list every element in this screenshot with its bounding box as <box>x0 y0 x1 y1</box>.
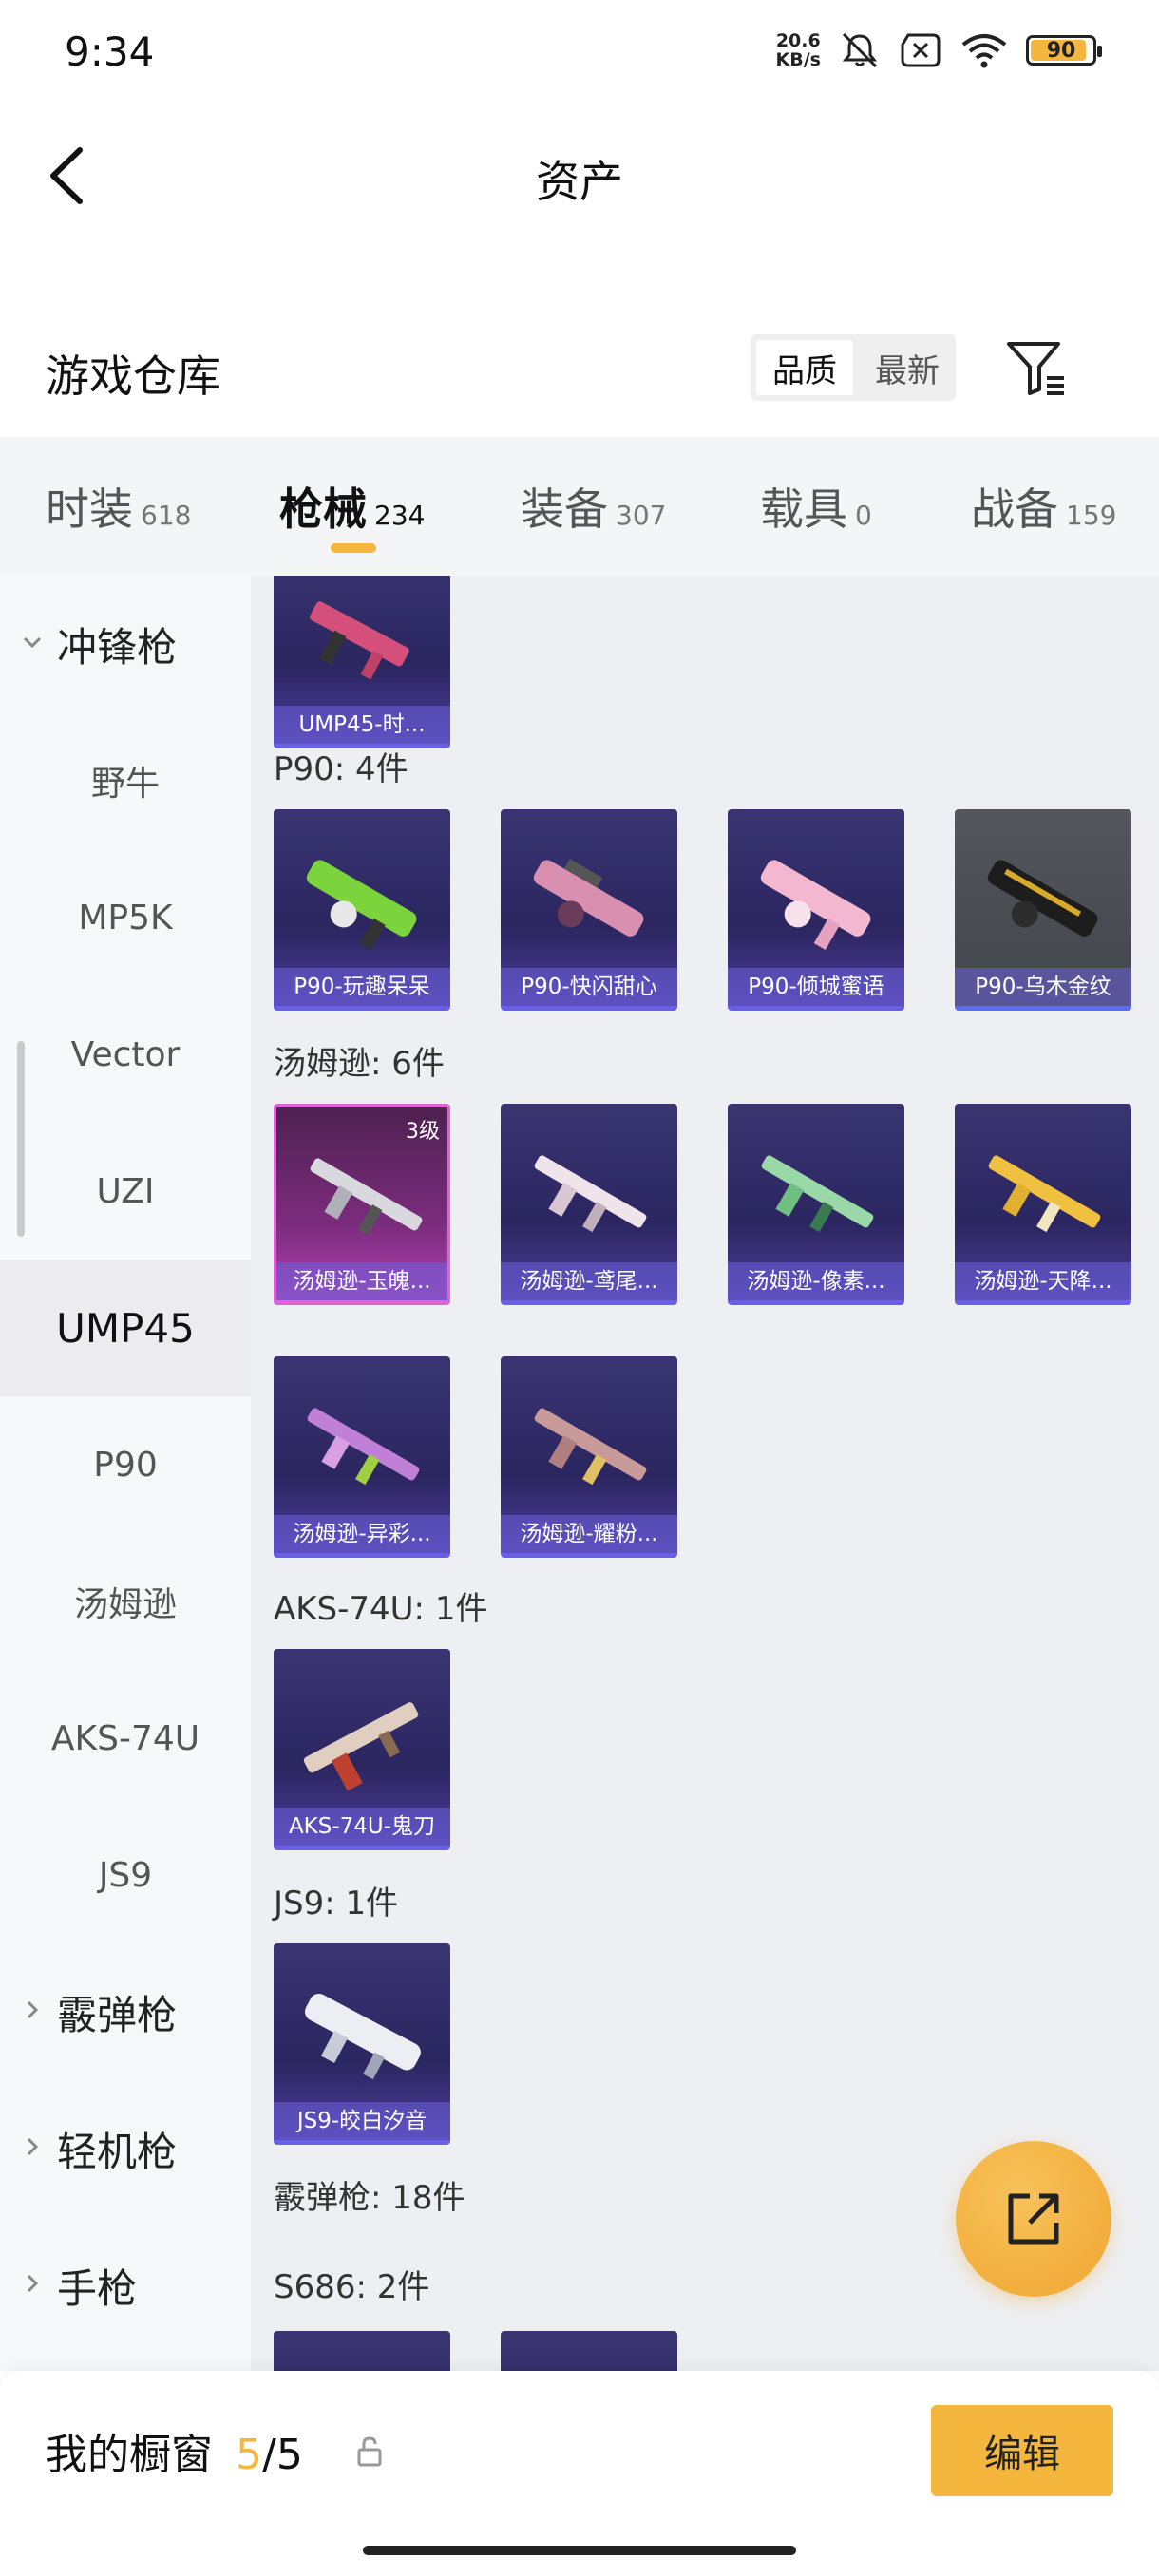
active-tab-indicator <box>331 543 376 553</box>
sidebar-group-shotgun[interactable]: 霰弹枪 <box>0 1943 251 2080</box>
weapon-sidebar[interactable]: 冲锋枪 野牛 MP5K Vector UZI UMP45 P90 汤姆逊 AKS… <box>0 576 251 2371</box>
weapon-card[interactable]: P90-玩趣呆呆 <box>274 809 450 1011</box>
mute-bell-icon <box>842 32 878 68</box>
section-title: S686: 2件 <box>274 2268 430 2306</box>
filter-icon[interactable] <box>1003 338 1070 399</box>
battery-icon: 90 <box>1026 35 1102 66</box>
tab-equipment[interactable]: 装备 307 <box>521 475 666 538</box>
no-sim-icon <box>901 33 940 67</box>
section-title: AKS-74U: 1件 <box>274 1590 488 1628</box>
sidebar-group-pistol[interactable]: 手枪 <box>0 2217 251 2354</box>
weapon-card[interactable]: UMP45-时... <box>274 576 450 748</box>
weapon-card[interactable]: 汤姆逊-鸢尾... <box>501 1104 677 1305</box>
weapon-skin-image <box>310 601 409 680</box>
section-title: 汤姆逊: 6件 <box>274 1045 445 1083</box>
weapon-card[interactable]: 汤姆逊-异彩... <box>274 1356 450 1558</box>
weapon-card[interactable]: 汤姆逊-耀粉... <box>501 1356 677 1558</box>
sidebar-item-aks74u[interactable]: AKS-74U <box>0 1670 251 1807</box>
tab-firearms[interactable]: 枪械 234 <box>279 475 425 538</box>
tab-vehicles[interactable]: 载具 0 <box>760 475 872 538</box>
weapon-card[interactable] <box>274 2331 450 2371</box>
sidebar-item-thompson[interactable]: 汤姆逊 <box>0 1533 251 1670</box>
section-title: P90: 4件 <box>274 750 408 788</box>
sidebar-item-ump45[interactable]: UMP45 <box>0 1260 251 1396</box>
sidebar-item-js9[interactable]: JS9 <box>0 1807 251 1943</box>
weapon-card[interactable]: P90-快闪甜心 <box>501 809 677 1011</box>
edit-button[interactable]: 编辑 <box>931 2405 1113 2496</box>
weapon-skin-image <box>760 860 871 951</box>
chevron-right-icon <box>27 2000 39 2019</box>
sidebar-item-p90[interactable]: P90 <box>0 1396 251 1533</box>
sidebar-item-vector[interactable]: Vector <box>0 986 251 1123</box>
weapon-card[interactable]: 汤姆逊-天降... <box>955 1104 1131 1305</box>
status-bar: 9:34 20.6 KB/s 90 <box>0 0 1159 104</box>
weapon-skin-image <box>306 860 417 951</box>
sidebar-item-uzi[interactable]: UZI <box>0 1123 251 1260</box>
net-speed: 20.6 KB/s <box>775 30 821 70</box>
showcase-label: 我的橱窗 5/5 <box>46 2431 303 2479</box>
weapon-skin-image <box>534 1155 647 1233</box>
weapon-card[interactable]: AKS-74U-鬼刀 <box>274 1649 450 1850</box>
sidebar-item-bizon[interactable]: 野牛 <box>0 712 251 849</box>
weapon-card[interactable]: P90-乌木金纹 <box>955 809 1131 1011</box>
weapon-skin-image <box>534 1408 647 1486</box>
tab-combat-gear[interactable]: 战备 159 <box>971 475 1116 538</box>
tab-fashion[interactable]: 时装 618 <box>46 475 191 538</box>
share-button[interactable] <box>956 2141 1112 2297</box>
section-title: 霰弹枪: 18件 <box>274 2179 466 2217</box>
home-indicator[interactable] <box>363 2546 796 2555</box>
weapon-card[interactable] <box>501 2331 677 2371</box>
page-title: 资产 <box>536 156 623 207</box>
weapon-skin-image <box>303 1702 419 1791</box>
status-time: 9:34 <box>65 28 155 75</box>
weapon-skin-image <box>307 1408 420 1486</box>
showcase-count: 5/5 <box>236 2431 303 2479</box>
sort-quality-button[interactable]: 品质 <box>756 340 853 395</box>
weapon-skin-image <box>988 1155 1101 1233</box>
chevron-right-icon <box>27 2137 39 2156</box>
share-icon <box>1008 2193 1059 2245</box>
section-title: JS9: 1件 <box>274 1885 399 1923</box>
weapon-skin-image <box>761 1155 874 1233</box>
sort-toggle: 品质 最新 <box>750 334 956 401</box>
lock-icon <box>357 2436 382 2467</box>
weapon-skin-image <box>533 859 644 937</box>
weapon-skin-image <box>310 1158 423 1236</box>
sort-newest-button[interactable]: 最新 <box>859 334 956 401</box>
sidebar-group-lmg[interactable]: 轻机枪 <box>0 2080 251 2217</box>
wifi-icon <box>961 34 1007 68</box>
weapon-skin-image <box>305 1993 421 2080</box>
weapon-card[interactable]: 3级 汤姆逊-玉魄... <box>274 1104 450 1305</box>
chevron-right-icon <box>27 2274 39 2293</box>
chevron-down-icon <box>23 636 42 649</box>
category-tabs: 时装 618 枪械 234 装备 307 载具 0 战备 159 <box>0 437 1159 576</box>
weapon-card[interactable]: P90-倾城蜜语 <box>728 809 904 1011</box>
status-icons: 20.6 KB/s 90 <box>775 30 1102 70</box>
warehouse-title: 游戏仓库 <box>46 350 220 402</box>
sidebar-item-mp5k[interactable]: MP5K <box>0 849 251 986</box>
sidebar-group-smg[interactable]: 冲锋枪 <box>0 576 251 712</box>
weapon-card[interactable]: 汤姆逊-像素... <box>728 1104 904 1305</box>
weapon-card[interactable]: JS9-皎白汐音 <box>274 1943 450 2145</box>
weapon-skin-image <box>987 860 1098 937</box>
weapon-grid[interactable]: UMP45-时... P90: 4件 P90-玩趣呆呆 P90-快闪甜心 P90… <box>251 576 1159 2371</box>
